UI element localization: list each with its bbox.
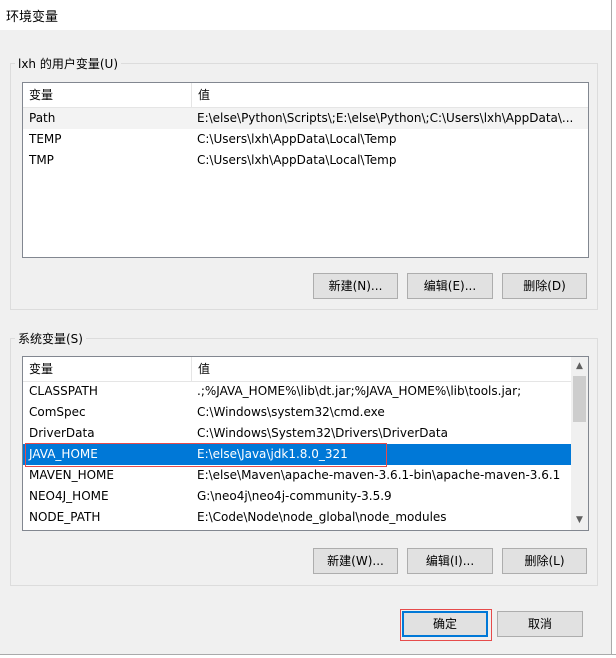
table-row[interactable]: NEO4J_HOME G:\neo4j\neo4j-community-3.5.…: [23, 486, 571, 507]
system-variables-label: 系统变量(S): [18, 332, 83, 346]
window-bottom-border: [0, 654, 616, 658]
user-delete-button[interactable]: 删除(D): [502, 273, 587, 299]
column-header-variable[interactable]: 变量: [23, 357, 191, 381]
window-right-border: [611, 0, 616, 658]
variable-name: JAVA_HOME: [29, 447, 98, 461]
user-edit-button[interactable]: 编辑(E)...: [407, 273, 493, 299]
scroll-up-icon[interactable]: ▲: [571, 358, 588, 375]
ok-button[interactable]: 确定: [402, 611, 488, 637]
variable-value: E:\Code\Node\node_global\node_modules: [197, 510, 447, 524]
variable-name: CLASSPATH: [29, 384, 98, 398]
window-title: 环境变量: [6, 10, 59, 25]
table-row-selected[interactable]: JAVA_HOME E:\else\Java\jdk1.8.0_321: [23, 444, 571, 465]
variable-name: ComSpec: [29, 405, 86, 419]
vertical-scrollbar[interactable]: ▲ ▼: [571, 357, 588, 530]
variable-value: G:\neo4j\neo4j-community-3.5.9: [197, 489, 392, 503]
variable-value: C:\Users\lxh\AppData\Local\Temp: [197, 153, 397, 167]
variable-value: C:\Windows\system32\cmd.exe: [197, 405, 385, 419]
user-variables-list[interactable]: 变量 值 Path E:\else\Python\Scripts\;E:\els…: [22, 82, 589, 258]
variable-name: TMP: [29, 153, 54, 167]
table-row[interactable]: DriverData C:\Windows\System32\Drivers\D…: [23, 423, 571, 444]
system-edit-button[interactable]: 编辑(I)...: [407, 548, 493, 574]
variable-value: C:\Windows\System32\Drivers\DriverData: [197, 426, 448, 440]
variable-value: .;%JAVA_HOME%\lib\dt.jar;%JAVA_HOME%\lib…: [197, 384, 522, 398]
column-header-variable[interactable]: 变量: [23, 83, 191, 107]
variable-value: E:\else\Java\jdk1.8.0_321: [197, 447, 348, 461]
system-new-button[interactable]: 新建(W)...: [313, 548, 398, 574]
variable-name: NEO4J_HOME: [29, 489, 109, 503]
system-variables-list[interactable]: 变量 值 CLASSPATH .;%JAVA_HOME%\lib\dt.jar;…: [22, 356, 589, 531]
variable-name: MAVEN_HOME: [29, 468, 114, 482]
variable-name: Path: [29, 111, 56, 125]
table-row[interactable]: TEMP C:\Users\lxh\AppData\Local\Temp: [23, 129, 588, 150]
scroll-down-icon[interactable]: ▼: [571, 512, 588, 529]
table-row[interactable]: TMP C:\Users\lxh\AppData\Local\Temp: [23, 150, 588, 171]
variable-name: NODE_PATH: [29, 510, 101, 524]
scrollbar-thumb[interactable]: [573, 376, 586, 422]
variable-value: E:\else\Python\Scripts\;E:\else\Python\;…: [197, 111, 574, 125]
column-header-value[interactable]: 值: [192, 83, 210, 107]
table-row[interactable]: MAVEN_HOME E:\else\Maven\apache-maven-3.…: [23, 465, 571, 486]
table-row[interactable]: CLASSPATH .;%JAVA_HOME%\lib\dt.jar;%JAVA…: [23, 381, 571, 402]
variable-value: C:\Users\lxh\AppData\Local\Temp: [197, 132, 397, 146]
table-row[interactable]: Path E:\else\Python\Scripts\;E:\else\Pyt…: [23, 108, 588, 129]
user-variables-label: lxh 的用户变量(U): [18, 57, 119, 71]
title-bar: 环境变量: [0, 0, 616, 30]
variable-value: E:\else\Maven\apache-maven-3.6.1-bin\apa…: [197, 468, 561, 482]
system-delete-button[interactable]: 删除(L): [502, 548, 587, 574]
table-row[interactable]: ComSpec C:\Windows\system32\cmd.exe: [23, 402, 571, 423]
variable-name: TEMP: [29, 132, 62, 146]
cancel-button[interactable]: 取消: [497, 611, 583, 637]
variable-name: DriverData: [29, 426, 95, 440]
table-row[interactable]: NODE_PATH E:\Code\Node\node_global\node_…: [23, 507, 571, 528]
user-new-button[interactable]: 新建(N)...: [313, 273, 398, 299]
list-header: 变量 值: [23, 83, 588, 108]
column-header-value[interactable]: 值: [192, 357, 210, 381]
list-header: 变量 值: [23, 357, 571, 382]
